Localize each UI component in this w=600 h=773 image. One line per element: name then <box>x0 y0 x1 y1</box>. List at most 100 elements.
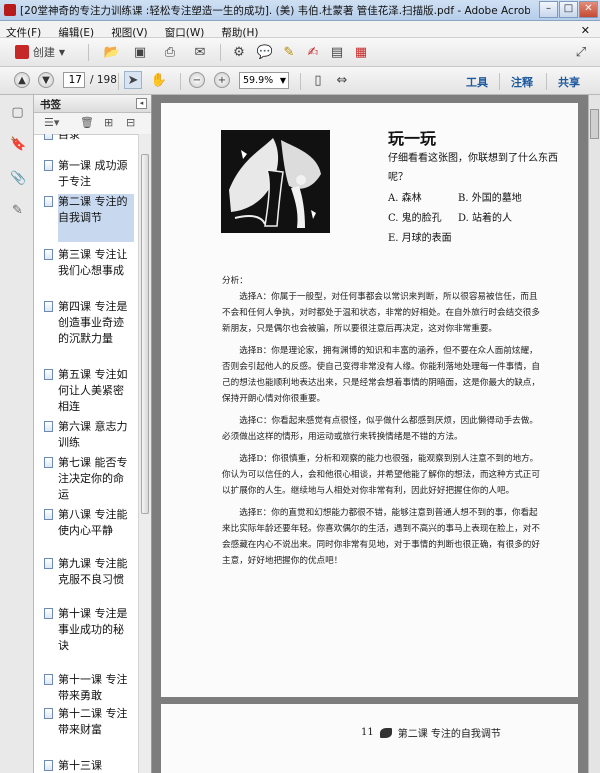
maximize-button[interactable]: □ <box>559 1 578 18</box>
options-row: E. 月球的表面 <box>388 229 568 249</box>
bookmark-label: 目录 <box>58 134 80 141</box>
bookmark-item[interactable]: 第十三课 <box>44 758 134 773</box>
previous-page-icon[interactable]: ▲ <box>14 72 30 88</box>
fit-width-icon[interactable]: ⇔ <box>334 71 350 89</box>
zoom-out-icon[interactable]: − <box>189 72 205 88</box>
analysis-title: 分析： <box>222 276 248 286</box>
bookmark-page-icon <box>44 608 53 619</box>
bookmark-label: 第十二课 专注带来财富 <box>58 707 128 736</box>
chapter-ornament-icon <box>379 727 392 738</box>
chapter-title: 第二课 专注的自我调节 <box>397 729 501 740</box>
fit-page-icon[interactable]: ▯ <box>310 71 326 89</box>
bookmark-item[interactable]: 第一课 成功源于专注 <box>44 158 134 190</box>
delete-bookmark-icon[interactable]: 🗑 <box>80 116 94 129</box>
page-number-input[interactable]: 17 <box>63 72 85 88</box>
title-bar: [20堂神奇的专注力训练课 :轻松专注塑造一生的成功]. (美) 韦伯.杜蒙著 … <box>0 0 600 21</box>
bookmarks-header: 书签 ◂ <box>34 95 151 113</box>
toolbar-divider <box>88 44 89 61</box>
print-icon[interactable]: ⎙ <box>160 43 180 61</box>
analysis-paragraph-c: 选择C：你看起来感觉有点很怪，似乎做什么都感到厌烦，因此懒得动手去做。必须做出这… <box>222 416 538 442</box>
new-bookmark-icon[interactable]: ⊞ <box>104 116 113 129</box>
bookmark-label: 第八课 专注能使内心平静 <box>58 508 128 537</box>
toolbar-divider <box>180 73 181 90</box>
bookmark-item[interactable]: 第十二课 专注带来财富 <box>44 706 134 754</box>
expand-icon[interactable]: ⤢ <box>572 43 590 61</box>
bookmark-label: 第七课 能否专注决定你的命运 <box>58 456 128 501</box>
bookmark-page-icon <box>44 760 53 771</box>
bookmark-item[interactable]: 第八课 专注能使内心平静 <box>44 507 134 555</box>
bookmark-page-icon <box>44 196 53 207</box>
document-scrollbar[interactable] <box>588 95 600 773</box>
bookmark-label: 第九课 专注能克服不良习惯 <box>58 557 128 586</box>
page-thumbnails-icon[interactable]: ▢ <box>10 105 25 121</box>
create-button[interactable]: 创建 ▼ <box>8 43 72 61</box>
bookmark-item[interactable]: 第二课 专注的自我调节 <box>44 194 134 242</box>
bookmark-item[interactable]: 第四课 专注是创造事业奇迹的沉默力量 <box>44 299 134 363</box>
chevron-down-icon: ▼ <box>58 47 66 57</box>
bookmark-label: 第十三课 <box>58 759 102 772</box>
bookmark-item[interactable]: 第十一课 专注带来勇敢 <box>44 672 134 704</box>
bookmark-label: 第十课 专注是事业成功的秘诀 <box>58 607 128 652</box>
zoom-level-select[interactable]: 59.9% ▼ <box>239 72 289 89</box>
select-cursor-icon[interactable]: ➤ <box>124 71 142 89</box>
options-menu-icon[interactable]: ☰▾ <box>44 116 59 129</box>
bookmarks-panel: 书签 ◂ ☰▾ 🗑 ⊞ ⊟ 目录第一课 成功源于专注 第二课 专注的自我调节 第三课… <box>34 95 152 773</box>
signatures-icon[interactable]: ✎ <box>10 203 25 219</box>
bookmark-item[interactable]: 第七课 能否专注决定你的命运 <box>44 455 134 503</box>
bookmark-item[interactable]: 第五课 专注如何让人美紧密相连 <box>44 367 134 415</box>
zoom-in-icon[interactable]: + <box>214 72 230 88</box>
bookmark-item[interactable]: 第六课 意志力训练 <box>44 419 134 451</box>
tools-pane-link[interactable]: 工具 <box>466 74 488 90</box>
minimize-button[interactable]: – <box>539 1 558 18</box>
sign-icon[interactable]: ✍ <box>304 43 322 61</box>
bookmark-label: 第六课 意志力训练 <box>58 420 128 449</box>
scrollbar-thumb[interactable] <box>141 154 149 514</box>
bookmark-page-icon <box>44 160 53 171</box>
scrollbar-thumb[interactable] <box>590 109 599 139</box>
next-page-icon[interactable]: ▼ <box>38 72 54 88</box>
analysis-paragraph-b: 选择B：你是理论家，拥有渊博的知识和丰富的涵养，但不要在众人面前炫耀，否则会引起… <box>222 346 540 404</box>
option-b: B. 外国的墓地 <box>458 193 522 204</box>
share-pane-link[interactable]: 共享 <box>558 74 580 90</box>
bookmark-label: 第十一课 专注带来勇敢 <box>58 673 128 702</box>
bookmark-page-icon <box>44 249 53 260</box>
acrobat-app-icon <box>4 4 16 16</box>
hand-tool-icon[interactable]: ✋ <box>150 71 168 89</box>
attachments-icon[interactable]: 📎 <box>10 171 26 187</box>
comment-bubble-icon[interactable]: 💬 <box>256 43 274 61</box>
bookmarks-icon[interactable]: 🔖 <box>10 137 26 153</box>
settings-gear-icon[interactable]: ⚙ <box>230 43 248 61</box>
pdf-page: 11 第二课 专注的自我调节 <box>161 704 578 773</box>
bookmark-item[interactable]: 第三课 专注让我们心想事成 <box>44 247 134 295</box>
save-icon[interactable]: ▣ <box>130 43 150 61</box>
bookmark-label: 第一课 成功源于专注 <box>58 159 128 188</box>
bookmark-page-icon <box>44 134 53 140</box>
main-toolbar: 创建 ▼ 📂 ▣ ⎙ ✉ ⚙ 💬 ✎ ✍ ▤ ▦ ⤢ <box>0 38 600 67</box>
bookmark-item[interactable]: 目录 <box>44 134 134 143</box>
analysis-paragraph-a: 选择A：你属于一般型，对任何事都会以常识来判断，所以很容易被信任，而且不会和任何… <box>222 292 540 334</box>
bookmark-label: 第二课 专注的自我调节 <box>58 195 128 224</box>
bookmark-page-icon <box>44 674 53 685</box>
comment-pane-link[interactable]: 注释 <box>511 74 533 90</box>
bookmark-label: 第四课 专注是创造事业奇迹的沉默力量 <box>58 300 128 345</box>
email-icon[interactable]: ✉ <box>190 43 210 61</box>
expand-bookmark-icon[interactable]: ⊟ <box>126 116 135 129</box>
analysis-paragraph-e: 选择E：你的直觉和幻想能力都很不错，能够注意到普通人想不到的事，你看起来比实际年… <box>222 508 540 566</box>
bookmark-label: 第三课 专注让我们心想事成 <box>58 248 128 277</box>
form-icon[interactable]: ▦ <box>352 43 370 61</box>
open-folder-icon[interactable]: 📂 <box>102 43 122 61</box>
bookmarks-scrollbar[interactable] <box>138 134 151 773</box>
bookmark-item[interactable]: 第十课 专注是事业成功的秘诀 <box>44 606 134 670</box>
analysis-paragraph-d: 选择D：你很慎重，分析和观察的能力也很强，能观察到别人注意不到的地方。你认为可以… <box>222 454 540 496</box>
zoom-level-value: 59.9% <box>243 75 274 86</box>
document-close-icon[interactable]: ✕ <box>575 22 596 37</box>
bookmark-page-icon <box>44 558 53 569</box>
bookmark-page-icon <box>44 301 53 312</box>
bookmark-item[interactable]: 第九课 专注能克服不良习惯 <box>44 556 134 604</box>
highlight-icon[interactable]: ✎ <box>280 43 298 61</box>
answer-options: A. 森林 B. 外国的墓地 C. 鬼的脸孔 D. 站着的人 E. 月球的表面 <box>388 189 568 249</box>
document-icon[interactable]: ▤ <box>328 43 346 61</box>
collapse-panel-icon[interactable]: ◂ <box>136 98 147 109</box>
close-button[interactable]: ✕ <box>579 1 598 18</box>
woodcut-illustration <box>221 130 330 233</box>
